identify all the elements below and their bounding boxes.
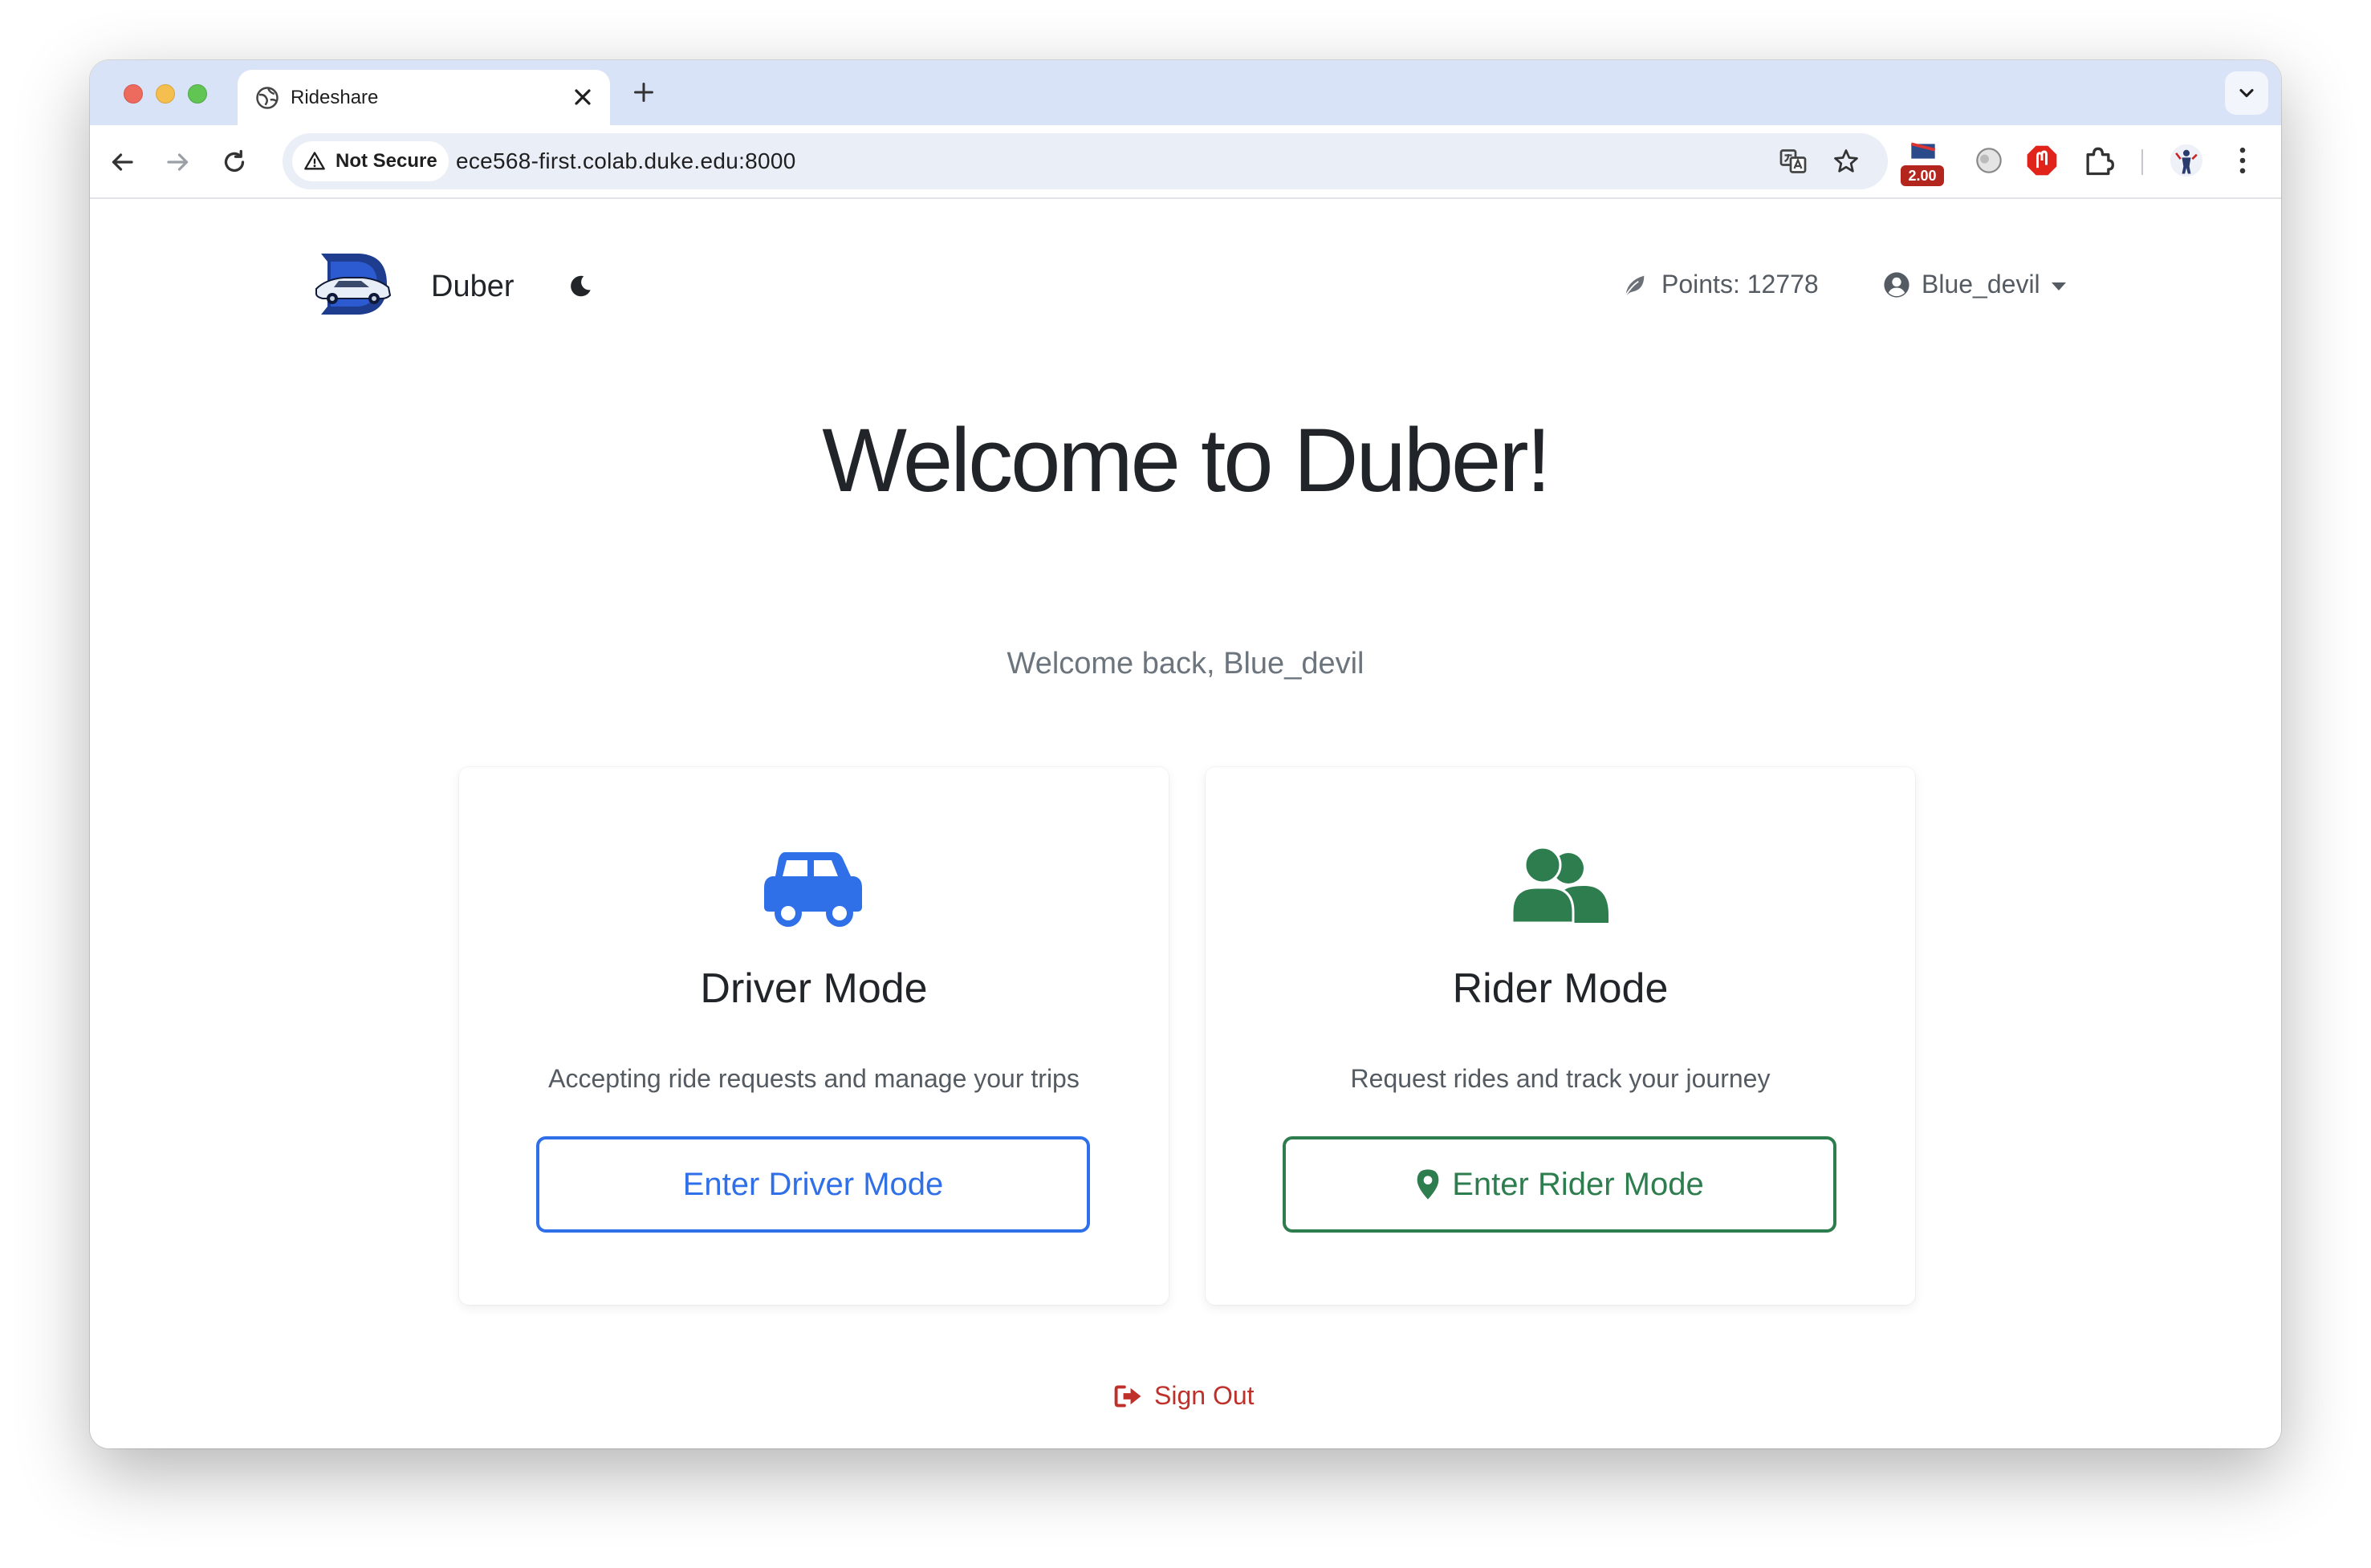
back-arrow-icon[interactable] (108, 148, 136, 177)
map-pin-icon (1417, 1169, 1439, 1200)
tab-search-button[interactable] (2225, 71, 2268, 115)
zoom-window-button[interactable] (188, 84, 207, 104)
welcome-subtitle: Welcome back, Blue_devil (1007, 647, 1364, 680)
enter-driver-mode-button[interactable]: Enter Driver Mode (536, 1136, 1090, 1233)
forward-arrow-icon[interactable] (164, 148, 193, 177)
tab-title: Rideshare (291, 87, 379, 108)
toolbar-divider (2141, 149, 2143, 175)
extension-badge: 2.00 (1901, 165, 1944, 186)
security-label: Not Secure (336, 150, 437, 172)
chevron-down-icon (2239, 88, 2254, 98)
driver-mode-description: Accepting ride requests and manage your … (548, 1064, 1080, 1093)
brand-name[interactable]: Duber (431, 270, 514, 304)
tab-rideshare[interactable]: Rideshare (238, 70, 610, 125)
address-bar[interactable]: Not Secure ece568-first.colab.duke.edu:8… (283, 133, 1888, 189)
rider-mode-description: Request rides and track your journey (1350, 1064, 1771, 1093)
browser-window: Rideshare Not Secure ece568-first.colab.… (90, 60, 2281, 1448)
enter-driver-mode-label: Enter Driver Mode (682, 1166, 944, 1202)
security-indicator[interactable]: Not Secure (292, 141, 449, 181)
driver-mode-title: Driver Mode (700, 965, 928, 1012)
warning-icon (304, 152, 325, 170)
points-display: Points: 12778 (1625, 270, 1819, 299)
reload-icon[interactable] (220, 148, 249, 177)
translate-icon[interactable] (1779, 147, 1808, 176)
tab-strip: Rideshare (90, 60, 2281, 125)
extension-cloud-icon[interactable] (1971, 143, 2007, 178)
users-icon (1511, 846, 1608, 924)
extensions-puzzle-icon[interactable] (2080, 143, 2116, 178)
duber-logo[interactable] (315, 250, 392, 318)
enter-rider-mode-label: Enter Rider Mode (1452, 1166, 1704, 1202)
minimize-window-button[interactable] (156, 84, 175, 104)
sign-out-label: Sign Out (1154, 1381, 1255, 1410)
page-content: Duber Points: 12778 Blue_devil Welcome t… (90, 199, 2281, 1448)
dark-mode-toggle-icon[interactable] (567, 273, 594, 300)
rider-mode-card: Rider Mode Request rides and track your … (1206, 767, 1915, 1305)
enter-rider-mode-button[interactable]: Enter Rider Mode (1283, 1136, 1836, 1233)
user-menu-dropdown[interactable]: Blue_devil (1884, 270, 2066, 299)
close-window-button[interactable] (124, 84, 143, 104)
rider-mode-title: Rider Mode (1452, 965, 1669, 1012)
adblock-icon[interactable] (2024, 143, 2060, 178)
driver-mode-card: Driver Mode Accepting ride requests and … (459, 767, 1169, 1305)
sign-out-icon (1114, 1385, 1141, 1407)
close-tab-icon[interactable] (570, 84, 596, 110)
url-text[interactable]: ece568-first.colab.duke.edu:8000 (456, 148, 796, 174)
caret-down-icon (2051, 282, 2066, 290)
page-title: Welcome to Duber! (822, 410, 1552, 510)
leaf-icon (1625, 275, 1645, 296)
new-tab-icon[interactable] (629, 78, 658, 107)
username: Blue_devil (1922, 270, 2040, 299)
user-circle-icon (1884, 272, 1909, 298)
globe-icon (256, 87, 279, 109)
bookmark-star-icon[interactable] (1832, 147, 1861, 176)
sign-out-link[interactable]: Sign Out (1114, 1381, 1255, 1411)
car-icon (764, 852, 862, 927)
profile-avatar-icon[interactable] (2169, 143, 2204, 178)
browser-toolbar: Not Secure ece568-first.colab.duke.edu:8… (90, 125, 2281, 199)
browser-menu-icon[interactable] (2225, 143, 2260, 178)
points-text: Points: 12778 (1661, 270, 1819, 299)
